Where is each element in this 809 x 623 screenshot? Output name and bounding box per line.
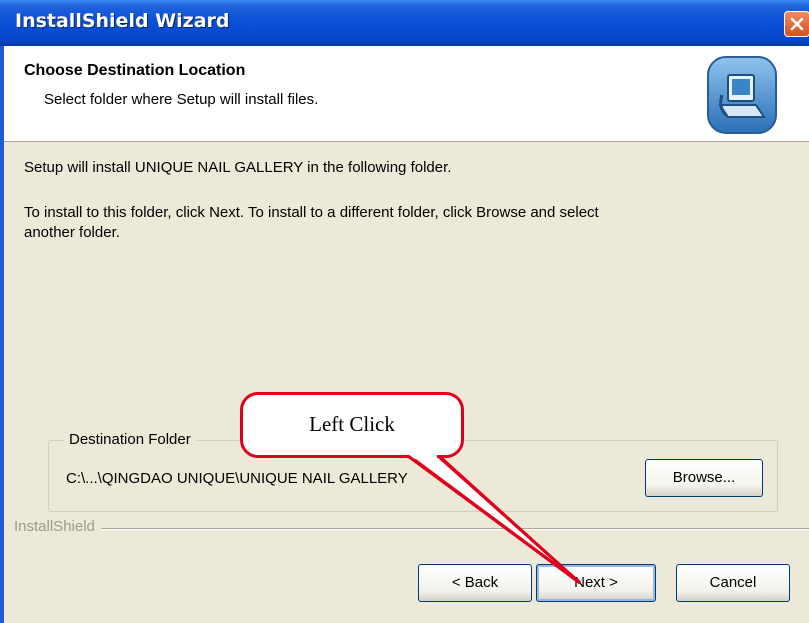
callout-pointer-neck bbox=[407, 449, 581, 585]
installshield-wizard-window: InstallShield Wizard Choose Destination … bbox=[0, 0, 809, 623]
